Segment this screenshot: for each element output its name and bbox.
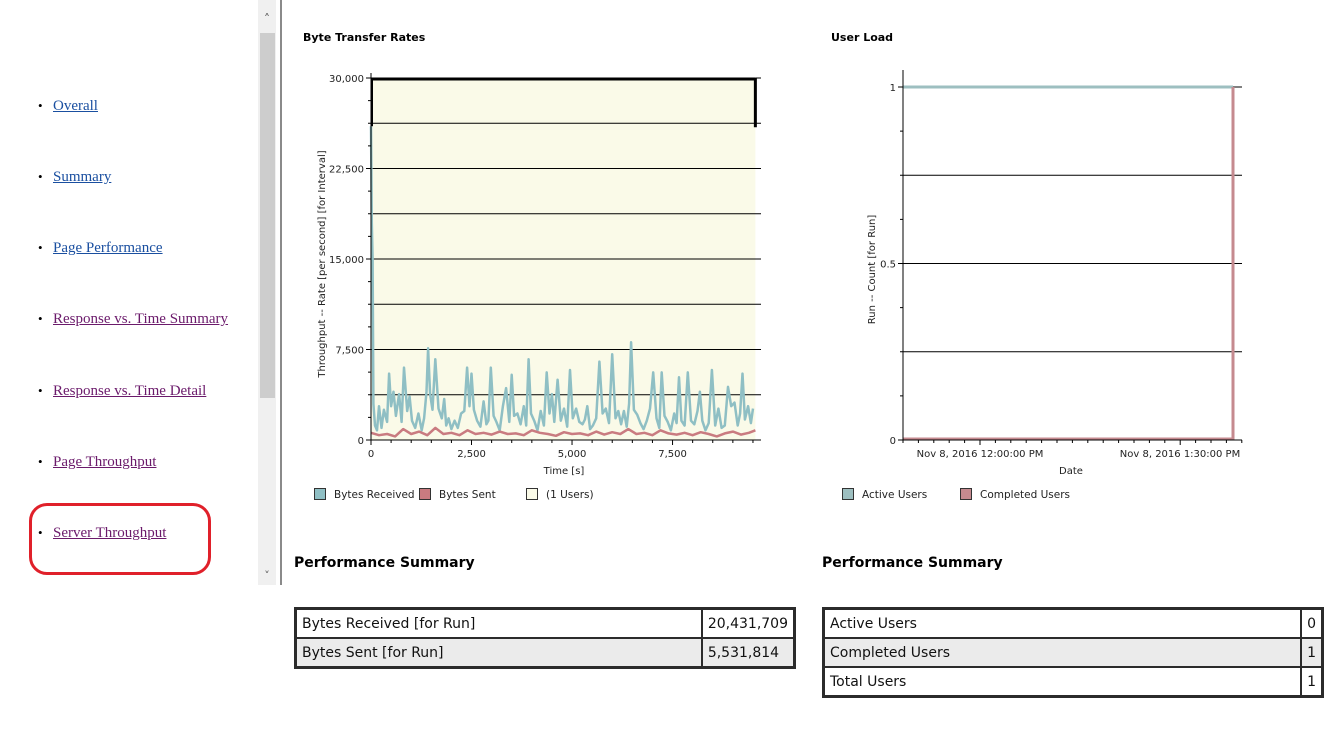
legend-label: Active Users (862, 489, 928, 501)
y-tick-label: 1 (890, 83, 896, 94)
table-row: Active Users 0 (822, 607, 1324, 639)
row-value: 20,431,709 (700, 607, 796, 639)
y-axis-label: Run -- Count [for Run] (867, 215, 878, 325)
row-value: 1 (1300, 637, 1324, 668)
section-title-users-summary: Performance Summary (822, 555, 1003, 571)
users-legend: Active Users Completed Users (842, 488, 1142, 502)
bytes-legend: Bytes Received Bytes Sent (1 Users) (314, 488, 634, 502)
y-tick-label: 30,000 (329, 74, 364, 85)
x-tick-label: 0 (368, 449, 374, 460)
bullet: • (38, 383, 43, 398)
x-axis-label: Time [s] (543, 466, 585, 477)
legend-item-bytes-received: Bytes Received (314, 488, 415, 501)
bullet: • (38, 454, 43, 469)
nav-link-overall[interactable]: Overall (53, 98, 98, 115)
legend-swatch (842, 488, 854, 500)
y-tick-label: 0 (890, 436, 896, 447)
y-axis-label: Throughput -- Rate [per second] [for Int… (317, 150, 328, 378)
bullet: • (38, 311, 43, 326)
nav-link-response-vs-time-detail[interactable]: Response vs. Time Detail (53, 383, 206, 400)
bullet: • (38, 240, 43, 255)
bytes-summary-table: Bytes Received [for Run] 20,431,709 Byte… (294, 607, 796, 669)
x-tick-label: 7,500 (658, 449, 687, 460)
x-axis-label: Date (1059, 466, 1083, 477)
y-tick-label: 0 (358, 436, 364, 447)
row-value: 0 (1300, 607, 1324, 639)
nav-link-page-performance[interactable]: Page Performance (53, 240, 163, 257)
scroll-up-icon[interactable]: ˄ (258, 10, 276, 28)
highlight-annotation (29, 503, 211, 575)
users-summary-table: Active Users 0 Completed Users 1 Total U… (822, 607, 1324, 698)
row-value: 1 (1300, 666, 1324, 698)
y-tick-label: 22,500 (329, 165, 364, 176)
row-label: Bytes Received [for Run] (294, 607, 703, 639)
frame-divider[interactable] (280, 0, 282, 585)
legend-swatch (314, 488, 326, 500)
legend-label: Bytes Received (334, 489, 415, 501)
row-value: 5,531,814 (700, 637, 796, 669)
row-label: Total Users (822, 666, 1303, 698)
row-label: Active Users (822, 607, 1303, 639)
report-nav: • Overall • Summary • Page Performance •… (0, 0, 258, 585)
nav-scrollbar[interactable]: ˄ ˅ (258, 0, 276, 585)
y-tick-label: 15,000 (329, 255, 364, 266)
chart-title-byte-transfer-rates: Byte Transfer Rates (303, 31, 426, 44)
scroll-down-icon[interactable]: ˅ (258, 568, 276, 584)
legend-item-active-users: Active Users (842, 488, 927, 501)
bullet: • (38, 169, 43, 184)
legend-label: Bytes Sent (439, 489, 496, 501)
table-row: Bytes Sent [for Run] 5,531,814 (294, 637, 796, 669)
bullet: • (38, 98, 43, 113)
section-title-bytes-summary: Performance Summary (294, 555, 475, 571)
legend-label: Completed Users (980, 489, 1071, 501)
x-tick-label: 2,500 (457, 449, 486, 460)
y-tick-label: 0.5 (880, 260, 896, 271)
row-label: Completed Users (822, 637, 1303, 668)
table-row: Bytes Received [for Run] 20,431,709 (294, 607, 796, 639)
legend-label: (1 Users) (546, 489, 594, 501)
legend-item-users: (1 Users) (526, 488, 594, 501)
x-tick-label: Nov 8, 2016 12:00:00 PM (917, 449, 1044, 460)
chart-title-user-load: User Load (831, 31, 894, 44)
legend-item-bytes-sent: Bytes Sent (419, 488, 496, 501)
legend-swatch (960, 488, 972, 500)
table-row: Completed Users 1 (822, 637, 1324, 668)
nav-link-page-throughput[interactable]: Page Throughput (53, 454, 156, 471)
legend-item-completed-users: Completed Users (960, 488, 1070, 501)
row-label: Bytes Sent [for Run] (294, 637, 703, 669)
byte-transfer-chart: 0 7,500 15,000 22,500 30,000 0 2,500 5,000 7,500… (317, 73, 761, 477)
table-row: Total Users 1 (822, 666, 1324, 698)
user-load-chart: 0 0.5 1 Nov 8, 2016 12:00:00 PM Nov 8, 2016 … (867, 70, 1243, 477)
scroll-thumb[interactable] (260, 33, 275, 398)
legend-swatch (419, 488, 431, 500)
legend-swatch (526, 488, 538, 500)
x-tick-label: Nov 8, 2016 1:30:00 PM (1120, 449, 1240, 460)
nav-link-response-vs-time-summary[interactable]: Response vs. Time Summary (53, 311, 228, 328)
y-tick-label: 7,500 (335, 346, 364, 357)
x-tick-label: 5,000 (558, 449, 587, 460)
nav-link-summary[interactable]: Summary (53, 169, 111, 186)
